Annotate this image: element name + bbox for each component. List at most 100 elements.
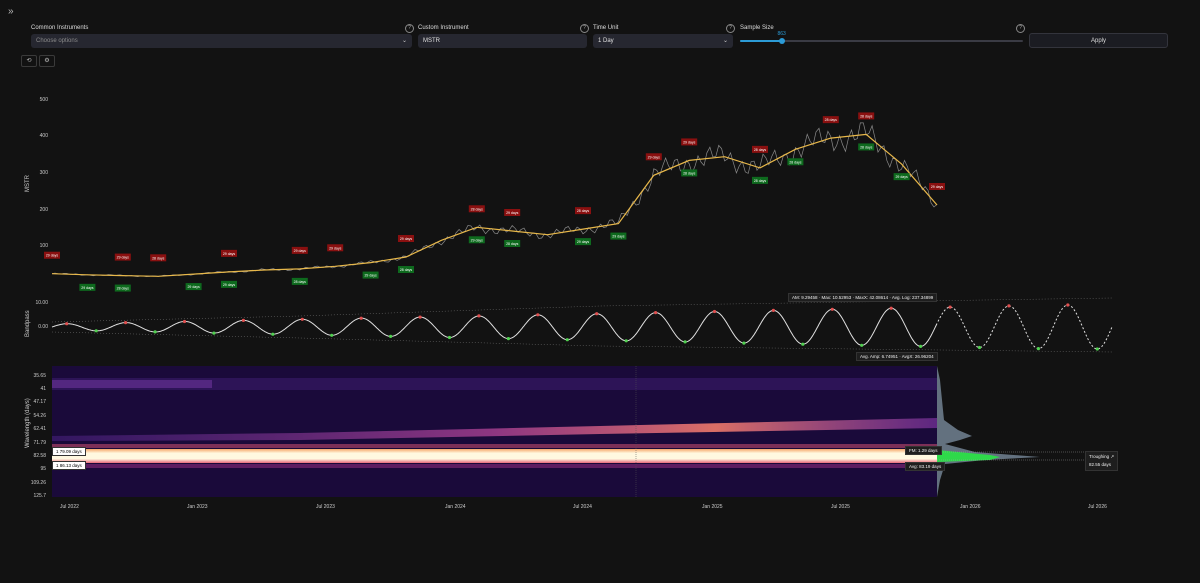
troughing-title: Troughing ↗ xyxy=(1089,454,1115,459)
bandpass-trough-dot xyxy=(860,343,864,347)
trough-marker-label: 29 days xyxy=(81,286,94,290)
bandpass-peak-dot xyxy=(124,321,128,325)
bandpass-trough-dot xyxy=(919,344,923,348)
wavelength-histogram xyxy=(937,366,1040,497)
trough-marker-label: 29 days xyxy=(187,285,200,289)
envelope-upper xyxy=(51,297,1113,323)
bandpass-trough-dot xyxy=(94,329,98,333)
trough-marker-label: 28 days xyxy=(506,242,519,246)
bandpass-projection xyxy=(937,304,1113,350)
bandpass-trough-dot xyxy=(683,340,687,344)
x-tick: Jul 2026 xyxy=(1088,504,1107,510)
bandpass-peak-dot xyxy=(948,305,952,309)
peak-marker-label: 28 days xyxy=(754,148,767,152)
bandpass-peak-dot xyxy=(889,306,893,310)
spectrum-band-edge xyxy=(52,444,937,448)
peak-marker-label: 28 days xyxy=(825,118,838,122)
peak-marker-label: 29 days xyxy=(117,256,130,260)
bandpass-trough-dot xyxy=(271,332,275,336)
max-stat: Max: 10.52953 xyxy=(821,295,852,300)
spectrum-left-label: 1 86.13 days xyxy=(52,461,86,470)
peak-marker-label: 28 days xyxy=(860,114,873,118)
spectrum-band-dominant xyxy=(52,449,937,463)
peak-marker-label: 29 days xyxy=(223,252,236,256)
am-stat: AM: 9.29458 xyxy=(792,295,818,300)
bandpass-trough-dot xyxy=(624,339,628,343)
bandpass-peak-dot xyxy=(712,309,717,314)
x-tick: Jan 2024 xyxy=(445,504,466,510)
troughing-label: Troughing ↗ 82.55 days xyxy=(1085,451,1119,471)
avg-label: Avg: 83.19 days xyxy=(905,462,946,471)
troughing-days: 82.55 days xyxy=(1089,462,1112,467)
bandpass-trough-dot xyxy=(153,330,157,334)
bandpass-peak-dot xyxy=(65,322,69,326)
bandpass-trough-dot xyxy=(212,331,216,335)
x-tick: Jul 2025 xyxy=(831,504,850,510)
avg-amp-stat: Avg. Amp: 6.74951 xyxy=(860,354,898,359)
bandpass-peak-dot xyxy=(477,314,481,318)
trough-marker-label: 28 days xyxy=(683,171,696,175)
bandpass-trough-dot xyxy=(389,334,393,338)
price-chart[interactable]: 29 days 29 days 28 days 29 days 29 days 29 da… xyxy=(44,112,945,292)
trough-marker-label: 29 days xyxy=(895,175,908,179)
x-tick: Jan 2025 xyxy=(702,504,723,510)
peak-marker-label: 29 days xyxy=(294,249,307,253)
trough-marker-label: 28 days xyxy=(860,145,873,149)
peak-marker-label: 28 days xyxy=(577,209,590,213)
trough-marker-label: 29 days xyxy=(471,238,484,242)
peak-marker-label: 29 days xyxy=(683,140,696,144)
bandpass-peak-dot xyxy=(359,316,363,320)
x-tick: Jul 2024 xyxy=(573,504,592,510)
peak-marker-label: 29 days xyxy=(329,246,342,250)
peak-marker-label: 29 days xyxy=(506,211,519,215)
bandpass-trough-dot xyxy=(565,338,569,342)
bandpass-trough-dot xyxy=(801,342,805,346)
x-tick: Jul 2022 xyxy=(60,504,79,510)
trough-marker-label: 28 days xyxy=(400,268,413,272)
bandpass-peak-dot xyxy=(536,313,540,317)
trough-marker-label: 28 days xyxy=(754,179,767,183)
bandpass-peak-dot xyxy=(830,307,834,311)
x-tick: Jul 2023 xyxy=(316,504,335,510)
price-series-line xyxy=(51,122,938,277)
bandpass-peak-dot xyxy=(300,317,304,321)
bandpass-trough-dot xyxy=(1036,347,1040,351)
peak-marker-label: 28 days xyxy=(152,256,165,260)
bandpass-trough-dot xyxy=(330,333,334,337)
chart-canvas[interactable]: 29 days 29 days 28 days 29 days 29 days 29 da… xyxy=(0,0,1200,583)
avgx-stat: AvgX: 26.96204 xyxy=(901,354,934,359)
peak-marker-label: 29 days xyxy=(931,185,944,189)
trough-marker-label: 29 days xyxy=(577,240,590,244)
bandpass-peak-dot xyxy=(654,311,658,315)
peak-marker-label: 29 days xyxy=(400,237,413,241)
bandpass-peak-dot xyxy=(771,308,776,312)
trough-marker-label: 28 days xyxy=(117,287,130,291)
trough-marker-label: 29 days xyxy=(612,235,625,239)
maxx-stat: MaxX: 42.08614 xyxy=(855,295,889,300)
bandpass-peak-dot xyxy=(418,315,422,319)
fm-label: FM: 1.29 days xyxy=(905,446,942,455)
avglog-stat: Avg. Log: 237.34899 xyxy=(891,295,934,300)
bandpass-peak-dot xyxy=(241,318,245,322)
trough-marker-label: 29 days xyxy=(364,274,377,278)
bandpass-chart[interactable] xyxy=(51,297,1113,353)
trough-marker-label: 29 days xyxy=(223,283,236,287)
bandpass-line xyxy=(51,307,938,347)
bandpass-trough-dot xyxy=(447,335,452,340)
bandpass-trough-dot xyxy=(977,345,982,350)
x-tick: Jan 2026 xyxy=(960,504,981,510)
peak-marker-label: 28 days xyxy=(471,207,484,211)
spectrum-band-edge xyxy=(52,464,937,468)
bandpass-peak-dot xyxy=(182,319,187,324)
bandpass-trough-dot xyxy=(742,341,746,345)
peak-marker-label: 29 days xyxy=(648,155,661,159)
bandpass-stats-bottom: Avg. Amp: 6.74951 · AvgX: 26.96204 xyxy=(856,352,938,361)
trough-marker-label: 28 days xyxy=(789,160,802,164)
bandpass-peak-dot xyxy=(1007,304,1011,308)
spectrum-band-low-bright xyxy=(52,380,212,388)
trend-line xyxy=(51,133,938,277)
bandpass-peak-dot xyxy=(1066,303,1070,307)
bandpass-peak-dot xyxy=(595,312,599,316)
bandpass-stats-top: AM: 9.29458 · Max: 10.52953 · MaxX: 42.0… xyxy=(788,293,938,302)
trough-marker-label: 28 days xyxy=(294,280,307,284)
